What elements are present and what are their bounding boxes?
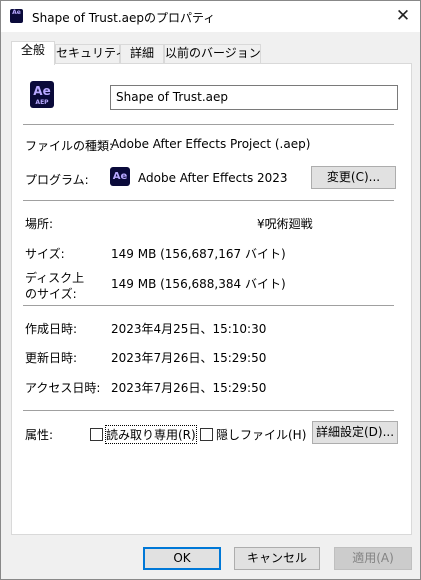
tab-general[interactable]: 全般 [11, 41, 55, 65]
tab-previous-versions[interactable]: 以前のバージョン [164, 44, 261, 64]
after-effects-icon: Ae [10, 9, 23, 23]
tab-security[interactable]: セキュリティ [55, 44, 127, 64]
hidden-checkbox-label[interactable]: 隠しファイル(H) [216, 426, 306, 443]
file-type-value: Adobe After Effects Project (.aep) [111, 137, 311, 151]
modified-label: 更新日時: [25, 351, 78, 365]
title-bar: Ae Shape of Trust.aepのプロパティ ✕ [1, 1, 420, 32]
location-label: 場所: [25, 217, 54, 231]
program-value: Adobe After Effects 2023 [138, 171, 288, 185]
disk-size-label-line2: のサイズ: [25, 287, 77, 301]
close-button[interactable]: ✕ [386, 1, 420, 31]
created-label: 作成日時: [25, 322, 78, 336]
accessed-value: 2023年7月26日、15:29:50 [111, 381, 267, 395]
file-icon-text: Ae [33, 84, 51, 98]
accessed-label: アクセス日時: [25, 381, 101, 395]
program-label: プログラム: [25, 173, 89, 187]
program-icon-text: Ae [112, 171, 128, 182]
attributes-label: 属性: [25, 428, 54, 442]
file-name-field[interactable]: Shape of Trust.aep [110, 85, 398, 110]
properties-dialog: Ae Shape of Trust.aepのプロパティ ✕ 全般 セキュリティ … [0, 0, 421, 580]
window-title: Shape of Trust.aepのプロパティ [32, 11, 216, 25]
divider [23, 305, 394, 306]
disk-size-value: 149 MB (156,688,384 バイト) [111, 277, 286, 291]
change-program-button[interactable]: 変更(C)... [311, 166, 396, 189]
advanced-button[interactable]: 詳細設定(D)... [312, 421, 398, 444]
readonly-checkbox-label[interactable]: 読み取り専用(R) [105, 425, 197, 444]
created-value: 2023年4月25日、15:10:30 [111, 322, 267, 336]
title-icon-text: Ae [12, 9, 21, 16]
hidden-checkbox[interactable] [200, 428, 213, 441]
apply-button[interactable]: 適用(A) [334, 547, 412, 570]
file-icon-subtext: AEP [35, 99, 49, 106]
ok-button[interactable]: OK [143, 547, 221, 570]
after-effects-file-icon: Ae AEP [30, 81, 54, 108]
tab-details[interactable]: 詳細 [120, 44, 164, 64]
after-effects-icon: Ae [110, 167, 130, 186]
modified-value: 2023年7月26日、15:29:50 [111, 351, 267, 365]
cancel-button[interactable]: キャンセル [234, 547, 320, 570]
close-icon: ✕ [395, 6, 411, 26]
disk-size-label-line1: ディスク上 [25, 271, 85, 285]
size-value: 149 MB (156,687,167 バイト) [111, 247, 286, 261]
divider [23, 124, 394, 125]
location-value: ¥呪術廻戦 [257, 217, 313, 231]
divider [23, 410, 394, 411]
readonly-checkbox[interactable] [90, 428, 103, 441]
divider [23, 200, 394, 201]
file-type-label: ファイルの種類: [25, 139, 114, 153]
size-label: サイズ: [25, 247, 65, 261]
